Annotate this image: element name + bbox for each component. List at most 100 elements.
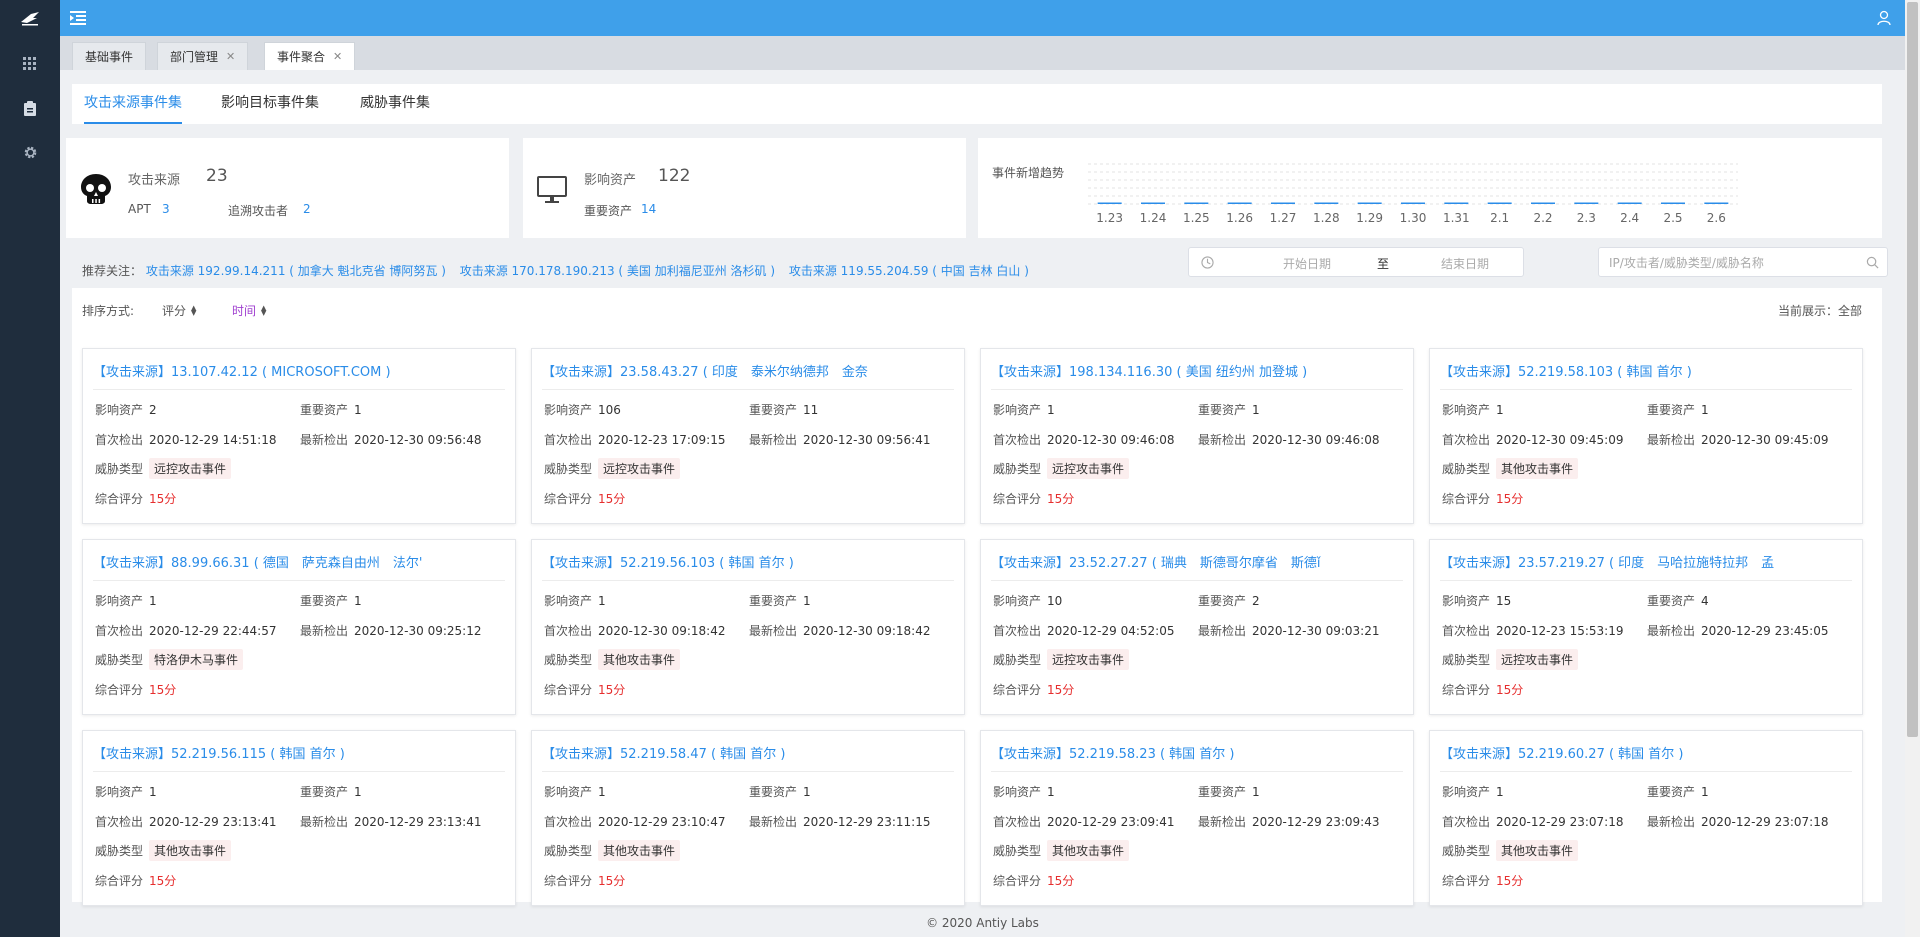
field-value: 2020-12-29 14:51:18 xyxy=(149,433,277,447)
first-detected: 首次检出 2020-12-23 15:53:19 xyxy=(1442,622,1623,639)
event-title[interactable]: 【攻击来源】52.219.56.115 ( 韩国 首尔 ) xyxy=(93,743,503,761)
tab-event-aggregation[interactable]: 事件聚合 ✕ xyxy=(264,42,356,70)
latest-detected: 最新检出 2020-12-29 23:13:41 xyxy=(300,813,481,830)
field-value: 10 xyxy=(1047,594,1063,608)
sort-by-score[interactable]: 评分 ▲ ▼ xyxy=(162,302,196,319)
search-input[interactable] xyxy=(1609,253,1849,273)
field-value: 1 xyxy=(598,594,606,608)
field-label: 影响资产 xyxy=(544,594,593,608)
event-title[interactable]: 【攻击来源】88.99.66.31 ( 德国 萨克森自由州 法尔' xyxy=(93,552,503,570)
score-value: 15分 xyxy=(1047,492,1075,506)
event-card[interactable]: 【攻击来源】52.219.58.103 ( 韩国 首尔 ) 影响资产 1 重要资产 1 首… xyxy=(1429,348,1863,524)
event-card[interactable]: 【攻击来源】52.219.58.23 ( 韩国 首尔 ) 影响资产 1 重要资产 1 首次… xyxy=(980,730,1414,906)
threat-type: 威胁类型 其他攻击事件 xyxy=(544,840,681,861)
field-label: 综合评分 xyxy=(544,492,593,506)
user-icon[interactable] xyxy=(1877,10,1891,26)
page-scrollbar[interactable] xyxy=(1905,0,1920,937)
event-title[interactable]: 【攻击来源】52.219.58.47 ( 韩国 首尔 ) xyxy=(542,743,952,761)
field-value: 1 xyxy=(1252,785,1260,799)
event-title[interactable]: 【攻击来源】198.134.116.30 ( 美国 纽约州 加登城 ) xyxy=(991,361,1401,379)
close-icon[interactable]: ✕ xyxy=(333,50,342,63)
important-assets-count[interactable]: 14 xyxy=(641,202,656,216)
start-date-input[interactable]: 开始日期 xyxy=(1267,255,1347,272)
tab-basic-events[interactable]: 基础事件 xyxy=(72,42,147,70)
sort-by-time[interactable]: 时间 ▲ ▼ xyxy=(232,302,266,319)
event-title[interactable]: 【攻击来源】23.52.27.27 ( 瑞典 斯德哥尔摩省 斯德ǐ xyxy=(991,552,1401,570)
attack-source-card: 攻击来源 23 APT 3 追溯攻击者 2 xyxy=(66,138,509,238)
first-detected: 首次检出 2020-12-29 23:09:41 xyxy=(993,813,1174,830)
score-value: 15分 xyxy=(1496,874,1524,888)
event-title[interactable]: 【攻击来源】52.219.58.23 ( 韩国 首尔 ) xyxy=(991,743,1401,761)
score-value: 15分 xyxy=(1047,874,1075,888)
menu-toggle-icon[interactable] xyxy=(70,10,86,26)
subtab-threat[interactable]: 威胁事件集 xyxy=(360,84,430,124)
event-title[interactable]: 【攻击来源】52.219.56.103 ( 韩国 首尔 ) xyxy=(542,552,952,570)
field-label: 最新检出 xyxy=(749,815,798,829)
event-title[interactable]: 【攻击来源】23.57.219.27 ( 印度 马哈拉施特拉邦 孟 xyxy=(1440,552,1850,570)
app-grid-icon[interactable] xyxy=(0,42,60,86)
field-value: 2020-12-29 23:13:41 xyxy=(354,815,482,829)
attack-source-count: 23 xyxy=(206,166,228,186)
field-value: 2020-12-29 23:13:41 xyxy=(149,815,277,829)
event-card[interactable]: 【攻击来源】13.107.42.12 ( MICROSOFT.COM ) 影响资产… xyxy=(82,348,516,524)
field-label: 首次检出 xyxy=(1442,624,1491,638)
scrollbar-thumb[interactable] xyxy=(1907,2,1918,737)
field-value: 1 xyxy=(354,403,362,417)
trend-bar xyxy=(1271,202,1295,204)
date-range-picker[interactable]: 开始日期 至 结束日期 xyxy=(1188,247,1524,277)
antiy-logo[interactable] xyxy=(0,0,60,36)
recommend-link[interactable]: 攻击来源 170.178.190.213 ( 美国 加利福尼亚州 洛杉矶 ) xyxy=(460,264,775,278)
field-value: 1 xyxy=(1701,403,1709,417)
latest-detected: 最新检出 2020-12-30 09:25:12 xyxy=(300,622,481,639)
close-icon[interactable]: ✕ xyxy=(226,50,235,63)
affected-assets: 影响资产 10 xyxy=(993,592,1062,609)
trend-bars xyxy=(1097,202,1729,204)
field-value: 1 xyxy=(1701,785,1709,799)
event-title[interactable]: 【攻击来源】52.219.60.27 ( 韩国 首尔 ) xyxy=(1440,743,1850,761)
tab-department[interactable]: 部门管理 ✕ xyxy=(157,42,249,70)
latest-detected: 最新检出 2020-12-30 09:18:42 xyxy=(749,622,930,639)
field-label: 综合评分 xyxy=(993,683,1042,697)
field-label: 影响资产 xyxy=(544,403,593,417)
event-card[interactable]: 【攻击来源】23.57.219.27 ( 印度 马哈拉施特拉邦 孟影响资产 15 重… xyxy=(1429,539,1863,715)
event-title[interactable]: 【攻击来源】52.219.58.103 ( 韩国 首尔 ) xyxy=(1440,361,1850,379)
event-card[interactable]: 【攻击来源】88.99.66.31 ( 德国 萨克森自由州 法尔' 影响资产 1 重要… xyxy=(82,539,516,715)
event-card[interactable]: 【攻击来源】52.219.56.103 ( 韩国 首尔 ) 影响资产 1 重要资产 1 首… xyxy=(531,539,965,715)
threat-type-tag: 远控攻击事件 xyxy=(598,458,681,479)
trend-bar xyxy=(1097,202,1122,204)
field-value: 2020-12-30 09:18:42 xyxy=(803,624,931,638)
field-label: 威胁类型 xyxy=(95,462,144,476)
trend-bar xyxy=(1531,202,1555,204)
event-list-panel: 排序方式: 评分 ▲ ▼ 时间 ▲ ▼ 当前展示：全部 【攻击来源】13.107.4… xyxy=(72,288,1882,906)
x-tick-label: 1.28 xyxy=(1313,211,1340,225)
gear-icon[interactable] xyxy=(0,130,60,174)
field-label: 影响资产 xyxy=(95,594,144,608)
search-icon[interactable] xyxy=(1866,256,1879,269)
apt-count[interactable]: 3 xyxy=(162,202,170,216)
field-label: 威胁类型 xyxy=(993,653,1042,667)
end-date-input[interactable]: 结束日期 xyxy=(1425,255,1505,272)
trend-grid xyxy=(1088,163,1738,205)
threat-type-tag: 其他攻击事件 xyxy=(598,649,681,670)
recommend-link[interactable]: 攻击来源 192.99.14.211 ( 加拿大 魁北克省 博阿努瓦 ) xyxy=(146,264,446,278)
field-label: 综合评分 xyxy=(993,492,1042,506)
overall-score: 综合评分 15分 xyxy=(544,872,625,889)
event-card[interactable]: 【攻击来源】52.219.60.27 ( 韩国 首尔 ) 影响资产 1 重要资产 1 首次… xyxy=(1429,730,1863,906)
recommend-link[interactable]: 攻击来源 119.55.204.59 ( 中国 吉林 白山 ) xyxy=(789,264,1029,278)
event-card[interactable]: 【攻击来源】23.58.43.27 ( 印度 泰米尔纳德邦 金奈 影响资产 106 重… xyxy=(531,348,965,524)
event-card[interactable]: 【攻击来源】23.52.27.27 ( 瑞典 斯德哥尔摩省 斯德ǐ 影响资产 10 重… xyxy=(980,539,1414,715)
subtab-affected-target[interactable]: 影响目标事件集 xyxy=(221,84,319,124)
trace-attacker-count[interactable]: 2 xyxy=(303,202,311,216)
first-detected: 首次检出 2020-12-30 09:45:09 xyxy=(1442,431,1623,448)
important-assets: 重要资产 1 xyxy=(1647,401,1709,418)
event-card[interactable]: 【攻击来源】52.219.56.115 ( 韩国 首尔 ) 影响资产 1 重要资产 1 首… xyxy=(82,730,516,906)
event-card[interactable]: 【攻击来源】198.134.116.30 ( 美国 纽约州 加登城 ) 影响资产 1… xyxy=(980,348,1414,524)
subtab-attack-source[interactable]: 攻击来源事件集 xyxy=(84,84,182,124)
clipboard-icon[interactable] xyxy=(0,86,60,130)
x-tick-label: 1.27 xyxy=(1270,211,1297,225)
field-label: 首次检出 xyxy=(1442,433,1491,447)
event-title[interactable]: 【攻击来源】13.107.42.12 ( MICROSOFT.COM ) xyxy=(93,361,503,379)
field-label: 综合评分 xyxy=(95,874,144,888)
event-title[interactable]: 【攻击来源】23.58.43.27 ( 印度 泰米尔纳德邦 金奈 xyxy=(542,361,952,379)
event-card[interactable]: 【攻击来源】52.219.58.47 ( 韩国 首尔 ) 影响资产 1 重要资产 1 首次… xyxy=(531,730,965,906)
